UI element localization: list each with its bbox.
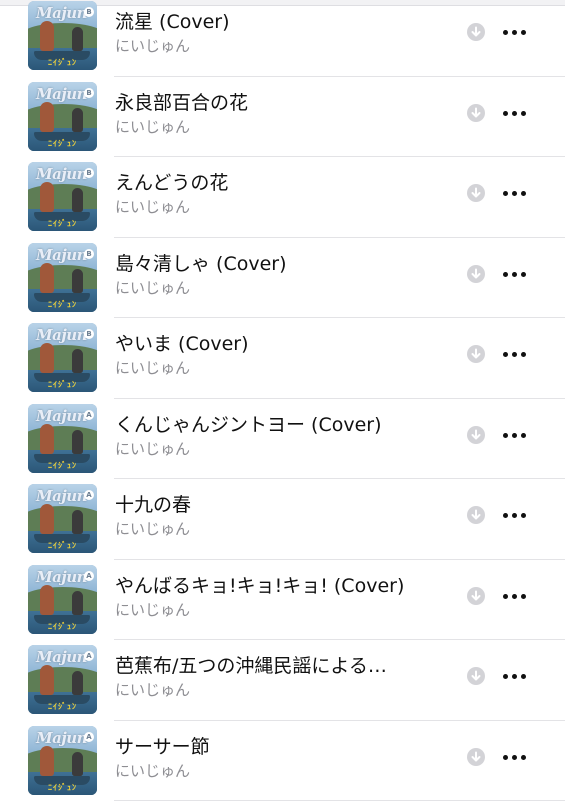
track-title: えんどうの花 [115,168,445,195]
more-options-icon[interactable] [501,183,529,203]
track-artist: にいじゅん [115,357,445,378]
album-artwork: Majun ﾆｲｼﾞｭﾝ A [28,565,97,634]
artwork-logo: Majun [36,487,87,505]
track-row-4[interactable]: Majun ﾆｲｼﾞｭﾝ B 島々清しゃ (Cover) にいじゅん [0,238,565,319]
track-title: やんばるキョ!キョ!キョ! (Cover) [115,571,445,598]
track-artist: にいじゅん [115,277,445,298]
disc-badge: A [84,571,94,581]
album-artwork: Majun ﾆｲｼﾞｭﾝ A [28,404,97,473]
track-title: 永良部百合の花 [115,88,445,115]
artwork-logo: Majun [36,407,87,425]
album-artwork: Majun ﾆｲｼﾞｭﾝ A [28,484,97,553]
more-options-icon[interactable] [501,103,529,123]
track-artist: にいじゅん [115,438,445,459]
more-options-icon[interactable] [501,586,529,606]
track-title: サーサー節 [115,732,445,759]
artwork-subtitle: ﾆｲｼﾞｭﾝ [48,621,77,632]
artwork-logo: Majun [36,568,87,586]
artwork-subtitle: ﾆｲｼﾞｭﾝ [48,57,77,68]
disc-badge: A [84,732,94,742]
more-options-icon[interactable] [501,264,529,284]
album-artwork: Majun ﾆｲｼﾞｭﾝ B [28,162,97,231]
artwork-subtitle: ﾆｲｼﾞｭﾝ [48,460,77,471]
more-options-icon[interactable] [501,425,529,445]
album-artwork: Majun ﾆｲｼﾞｭﾝ B [28,243,97,312]
artwork-logo: Majun [36,246,87,264]
track-title: 島々清しゃ (Cover) [115,249,445,276]
disc-badge: B [84,7,94,17]
artwork-logo: Majun [36,85,87,103]
album-artwork: Majun ﾆｲｼﾞｭﾝ B [28,82,97,151]
track-row-8[interactable]: Majun ﾆｲｼﾞｭﾝ A やんばるキョ!キョ!キョ! (Cover) にいじ… [0,560,565,641]
track-title: 流星 (Cover) [115,7,445,34]
download-icon[interactable] [467,345,485,363]
artwork-subtitle: ﾆｲｼﾞｭﾝ [48,299,77,310]
track-artist: にいじゅん [115,760,445,781]
album-artwork: Majun ﾆｲｼﾞｭﾝ A [28,726,97,795]
artwork-logo: Majun [36,4,87,22]
download-icon[interactable] [467,104,485,122]
download-icon[interactable] [467,184,485,202]
download-icon[interactable] [467,667,485,685]
track-row-2[interactable]: Majun ﾆｲｼﾞｭﾝ B 永良部百合の花 にいじゅん [0,77,565,158]
download-icon[interactable] [467,506,485,524]
disc-badge: B [84,88,94,98]
track-row-9[interactable]: Majun ﾆｲｼﾞｭﾝ A 芭蕉布/五つの沖縄民謡による… にいじゅん [0,640,565,721]
artwork-subtitle: ﾆｲｼﾞｭﾝ [48,701,77,712]
disc-badge: A [84,490,94,500]
disc-badge: A [84,410,94,420]
album-artwork: Majun ﾆｲｼﾞｭﾝ A [28,645,97,714]
disc-badge: B [84,168,94,178]
track-artist: にいじゅん [115,518,445,539]
track-title: 十九の春 [115,490,445,517]
download-icon[interactable] [467,23,485,41]
track-artist: にいじゅん [115,679,445,700]
track-row-3[interactable]: Majun ﾆｲｼﾞｭﾝ B えんどうの花 にいじゅん [0,157,565,238]
album-artwork: Majun ﾆｲｼﾞｭﾝ B [28,1,97,70]
disc-badge: B [84,329,94,339]
track-row-6[interactable]: Majun ﾆｲｼﾞｭﾝ A くんじゃんジントヨー (Cover) にいじゅん [0,399,565,480]
more-options-icon[interactable] [501,344,529,364]
more-options-icon[interactable] [501,666,529,686]
download-icon[interactable] [467,748,485,766]
more-options-icon[interactable] [501,22,529,42]
more-options-icon[interactable] [501,505,529,525]
track-list: Majun ﾆｲｼﾞｭﾝ B 流星 (Cover) にいじゅん Majun [0,0,565,800]
track-artist: にいじゅん [115,116,445,137]
artwork-logo: Majun [36,326,87,344]
download-icon[interactable] [467,426,485,444]
track-title: くんじゃんジントヨー (Cover) [115,410,445,437]
track-artist: にいじゅん [115,35,445,56]
more-options-icon[interactable] [501,747,529,767]
album-artwork: Majun ﾆｲｼﾞｭﾝ B [28,323,97,392]
download-icon[interactable] [467,587,485,605]
artwork-logo: Majun [36,648,87,666]
track-row-7[interactable]: Majun ﾆｲｼﾞｭﾝ A 十九の春 にいじゅん [0,479,565,560]
artwork-subtitle: ﾆｲｼﾞｭﾝ [48,138,77,149]
disc-badge: A [84,651,94,661]
artwork-logo: Majun [36,165,87,183]
artwork-subtitle: ﾆｲｼﾞｭﾝ [48,782,77,793]
artwork-subtitle: ﾆｲｼﾞｭﾝ [48,379,77,390]
track-title: 芭蕉布/五つの沖縄民謡による… [115,651,445,678]
track-artist: にいじゅん [115,599,445,620]
track-row-10[interactable]: Majun ﾆｲｼﾞｭﾝ A サーサー節 にいじゅん [0,721,565,801]
track-title: やいま (Cover) [115,329,445,356]
artwork-logo: Majun [36,729,87,747]
artwork-subtitle: ﾆｲｼﾞｭﾝ [48,540,77,551]
track-row-1[interactable]: Majun ﾆｲｼﾞｭﾝ B 流星 (Cover) にいじゅん [0,0,565,77]
disc-badge: B [84,249,94,259]
track-artist: にいじゅん [115,196,445,217]
track-row-5[interactable]: Majun ﾆｲｼﾞｭﾝ B やいま (Cover) にいじゅん [0,318,565,399]
download-icon[interactable] [467,265,485,283]
artwork-subtitle: ﾆｲｼﾞｭﾝ [48,218,77,229]
